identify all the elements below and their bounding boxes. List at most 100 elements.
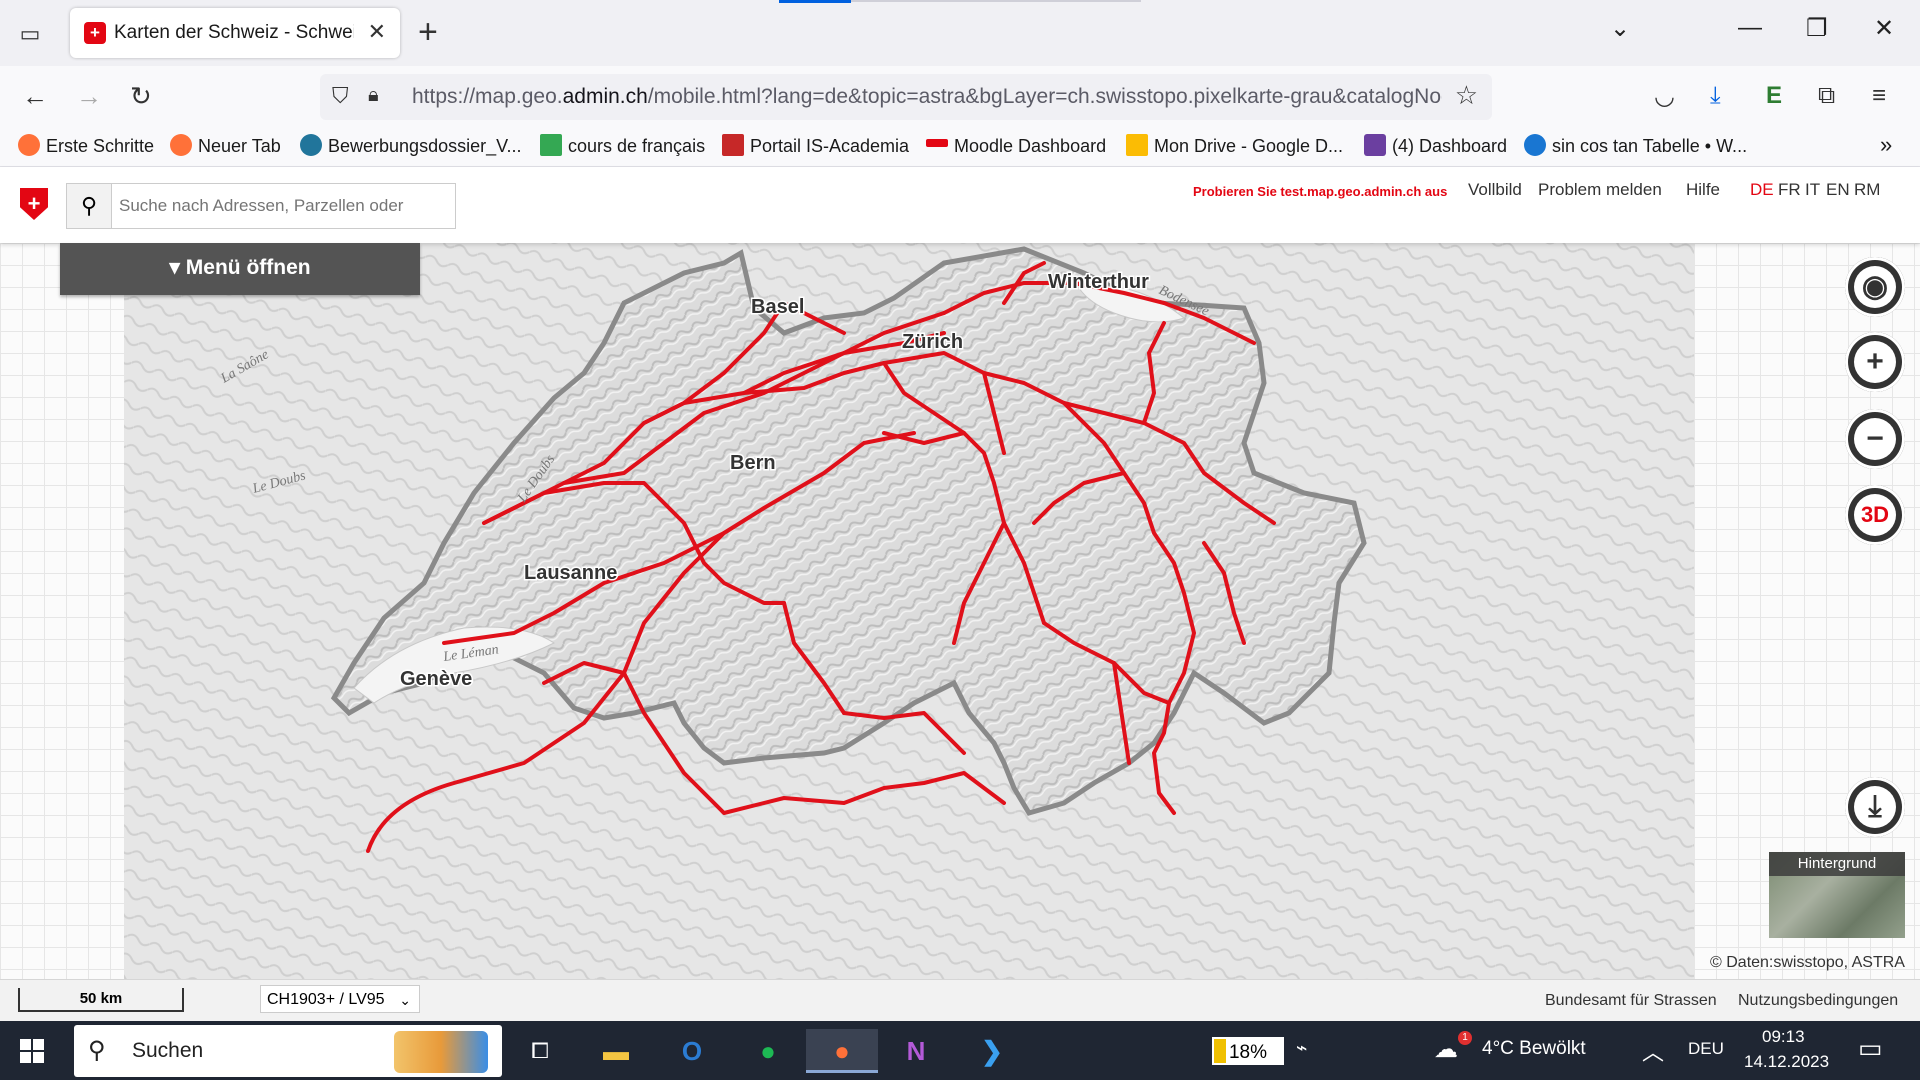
downloads-icon[interactable]: ⤓: [1710, 82, 1721, 110]
task-view-icon[interactable]: ⧠: [510, 1029, 570, 1073]
report-problem-link[interactable]: Problem melden: [1538, 180, 1662, 200]
tab-active[interactable]: + Karten der Schweiz - Schweizerische Ei…: [70, 8, 400, 58]
address-bar[interactable]: ⛉ 🔒︎ https://map.geo.admin.ch/mobile.htm…: [320, 74, 1492, 120]
bookmarks-toolbar: Erste Schritte Neuer Tab Bewerbungsdossi…: [0, 128, 1920, 167]
more-bookmarks-chevron-icon[interactable]: »: [1880, 132, 1892, 158]
bookmark-item[interactable]: cours de français: [540, 134, 705, 158]
reload-icon[interactable]: ↻: [130, 80, 152, 112]
map-canvas[interactable]: Basel Winterthur Zürich Bern Lausanne Ge…: [124, 243, 1694, 979]
pocket-icon[interactable]: ◡: [1654, 82, 1675, 111]
close-window-icon[interactable]: ✕: [1874, 14, 1894, 43]
forward-icon[interactable]: →: [76, 80, 102, 112]
browser-tab-bar: ▭ + Karten der Schweiz - Schweizerische …: [0, 0, 1920, 66]
bookmark-item[interactable]: Moodle Dashboard: [926, 136, 1106, 157]
search-highlight-illustration: [394, 1031, 488, 1073]
caret-down-icon: ▾: [169, 256, 186, 279]
download-icon: ⤓: [1854, 786, 1896, 828]
scale-bar: 50 km: [18, 988, 184, 1012]
weather-badge: 1: [1458, 1031, 1472, 1045]
chevron-down-icon: ⌄: [399, 992, 411, 1008]
astra-link[interactable]: Bundesamt für Strassen: [1545, 992, 1717, 1010]
extension-e-icon[interactable]: E: [1766, 82, 1782, 110]
is-academia-icon: [722, 134, 744, 157]
onenote-icon[interactable]: N: [886, 1029, 946, 1073]
minimize-icon[interactable]: —: [1738, 14, 1762, 42]
weather-text[interactable]: 4°C Bewölkt: [1482, 1038, 1586, 1060]
vscode-icon[interactable]: ❯: [962, 1029, 1022, 1073]
lang-fr[interactable]: FR: [1778, 180, 1801, 200]
file-explorer-icon[interactable]: ▬: [586, 1029, 646, 1073]
bookmark-star-icon[interactable]: ☆: [1455, 80, 1478, 111]
swiss-flag-favicon-icon: +: [84, 22, 106, 44]
extensions-puzzle-icon[interactable]: ⧉: [1818, 82, 1835, 110]
lang-en[interactable]: EN: [1826, 180, 1850, 200]
background-layer-selector[interactable]: Hintergrund: [1769, 852, 1905, 938]
bookmark-item[interactable]: (4) Dashboard: [1364, 134, 1507, 158]
windows-start-icon[interactable]: [20, 1039, 44, 1063]
bookmark-item[interactable]: Mon Drive - Google D...: [1126, 134, 1343, 158]
browser-nav-bar: ← → ↻ ⛉ 🔒︎ https://map.geo.admin.ch/mobi…: [0, 66, 1920, 128]
map-copyright: © Daten:swisstopo, ASTRA: [1710, 954, 1905, 971]
locate-icon: ◉: [1854, 266, 1896, 308]
clock-date[interactable]: 14.12.2023: [1744, 1052, 1829, 1072]
print-download-button[interactable]: ⤓: [1845, 777, 1905, 837]
tracking-protection-shield-icon[interactable]: ⛉: [332, 83, 349, 109]
taskbar-search[interactable]: ⚲ Suchen: [74, 1025, 502, 1077]
bookmark-item[interactable]: Neuer Tab: [170, 134, 281, 158]
epfl-icon: [926, 139, 948, 148]
lock-icon[interactable]: 🔒︎: [368, 84, 379, 107]
url-text[interactable]: https://map.geo.admin.ch/mobile.html?lan…: [412, 85, 1442, 109]
firefox-icon[interactable]: ●: [806, 1029, 878, 1073]
bookmark-item[interactable]: Erste Schritte: [18, 134, 154, 158]
city-label-winterthur: Winterthur: [1048, 271, 1149, 293]
map-viewport[interactable]: Basel Winterthur Zürich Bern Lausanne Ge…: [0, 243, 1920, 979]
hamburger-menu-icon[interactable]: ≡: [1872, 82, 1886, 110]
lang-it[interactable]: IT: [1805, 180, 1820, 200]
open-menu-button[interactable]: ▾ Menü öffnen: [60, 243, 420, 295]
tab-overview-icon[interactable]: ▭: [14, 20, 46, 48]
coordinate-system-select[interactable]: CH1903+ / LV95 ⌄: [260, 985, 420, 1013]
lang-de[interactable]: DE: [1750, 180, 1774, 200]
clock-time[interactable]: 09:13: [1762, 1027, 1805, 1047]
geoadmin-header: + ⚲ Probieren Sie test.map.geo.admin.ch …: [0, 167, 1920, 243]
spotify-icon[interactable]: ●: [738, 1029, 798, 1073]
search-icon: ⚲: [88, 1037, 106, 1064]
back-icon[interactable]: ←: [22, 80, 48, 112]
google-drive-icon: [540, 134, 562, 157]
fullscreen-link[interactable]: Vollbild: [1468, 180, 1522, 200]
notifications-icon[interactable]: ▭: [1858, 1033, 1883, 1064]
input-language[interactable]: DEU: [1688, 1039, 1724, 1059]
taskbar-search-label: Suchen: [132, 1039, 204, 1062]
map-footer: 50 km CH1903+ / LV95 ⌄ Bundesamt für Stra…: [0, 979, 1920, 1022]
tab-divider: [851, 0, 1141, 2]
tab-title: Karten der Schweiz - Schweizerische Eidg…: [114, 22, 354, 43]
new-tab-button[interactable]: +: [418, 12, 438, 52]
3d-button[interactable]: 3D: [1845, 485, 1905, 545]
show-hidden-icons-chevron-icon[interactable]: ︿: [1642, 1035, 1664, 1067]
zoom-out-button[interactable]: −: [1845, 409, 1905, 469]
search-input[interactable]: [117, 192, 451, 220]
wordpress-icon: [300, 134, 322, 157]
google-drive-icon: [1126, 134, 1148, 157]
outlook-icon[interactable]: O: [662, 1029, 722, 1073]
zoom-in-button[interactable]: +: [1845, 332, 1905, 392]
terms-link[interactable]: Nutzungsbedingungen: [1738, 992, 1898, 1010]
restore-icon[interactable]: ❐: [1806, 14, 1828, 43]
bookmark-item[interactable]: Bewerbungsdossier_V...: [300, 134, 521, 158]
weather-cloud-icon[interactable]: ☁: [1434, 1035, 1458, 1064]
test-site-link[interactable]: Probieren Sie test.map.geo.admin.ch aus: [1193, 184, 1447, 199]
firefox-icon: [18, 134, 40, 157]
power-plug-icon: ⌁: [1296, 1038, 1308, 1059]
city-label-bern: Bern: [730, 452, 776, 474]
lang-rm[interactable]: RM: [1854, 180, 1880, 200]
list-all-tabs-chevron-icon[interactable]: ⌄: [1610, 14, 1630, 43]
geolocation-button[interactable]: ◉: [1845, 257, 1905, 317]
search-icon[interactable]: ⚲: [67, 184, 112, 228]
help-link[interactable]: Hilfe: [1686, 180, 1720, 200]
bookmark-item[interactable]: Portail IS-Academia: [722, 134, 909, 158]
swiss-coat-of-arms-icon[interactable]: +: [20, 188, 48, 220]
tab-close-icon[interactable]: ✕: [368, 19, 386, 45]
tab-loading-indicator: [779, 0, 851, 3]
bookmark-item[interactable]: sin cos tan Tabelle • W...: [1524, 134, 1747, 158]
battery-indicator[interactable]: 18%: [1212, 1037, 1284, 1065]
